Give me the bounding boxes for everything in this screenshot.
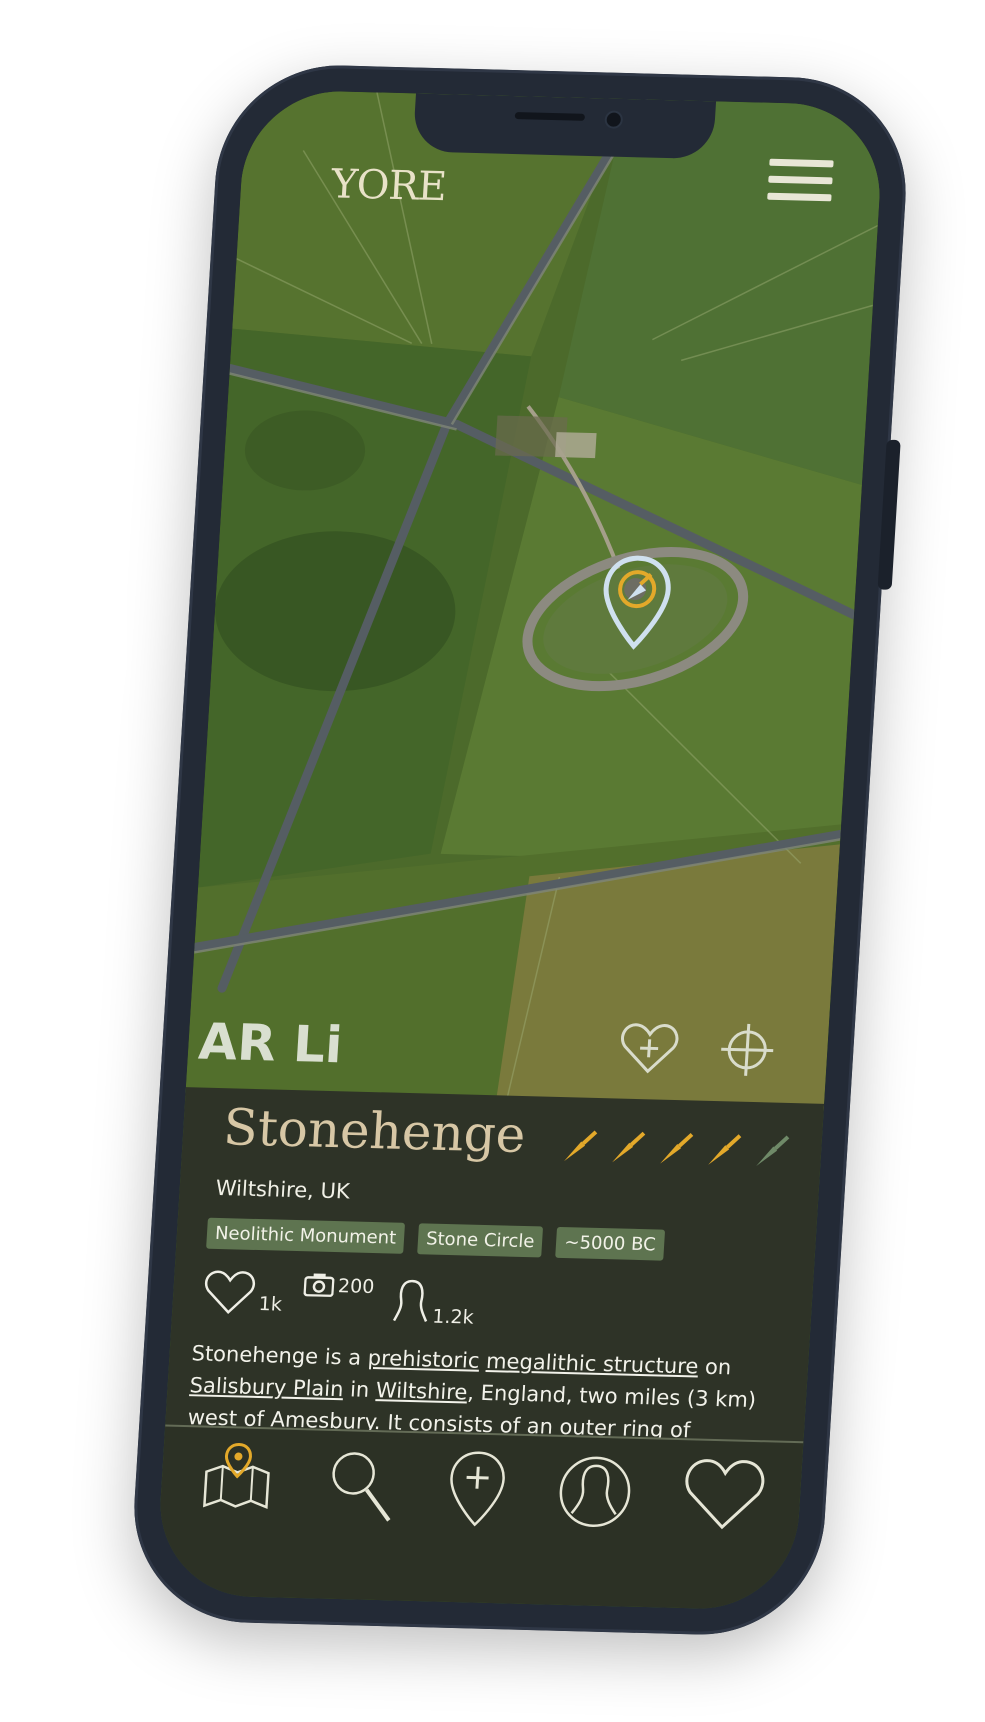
likes-stat[interactable]: 1k bbox=[202, 1268, 284, 1316]
link-megalithic-structure[interactable]: megalithic structure bbox=[485, 1349, 699, 1379]
notch bbox=[412, 93, 717, 160]
phone-frame: YORE AR Li Stonehenge Wiltshire, UK Neol… bbox=[127, 62, 913, 1638]
link-prehistoric[interactable]: prehistoric bbox=[367, 1346, 480, 1373]
tag[interactable]: Stone Circle bbox=[417, 1223, 544, 1258]
location-pin-icon[interactable] bbox=[598, 553, 674, 659]
photos-stat[interactable]: 200 bbox=[303, 1272, 375, 1298]
mockup-stage: YORE AR Li Stonehenge Wiltshire, UK Neol… bbox=[0, 0, 985, 1722]
tab-search[interactable] bbox=[324, 1445, 399, 1531]
link-salisbury-plain[interactable]: Salisbury Plain bbox=[189, 1373, 344, 1401]
aerial-map[interactable] bbox=[185, 89, 886, 1114]
menu-button[interactable] bbox=[767, 158, 834, 207]
heart-icon bbox=[204, 1270, 255, 1314]
heart-icon bbox=[685, 1459, 765, 1530]
place-title: Stonehenge bbox=[221, 1098, 528, 1165]
tab-add-place[interactable] bbox=[444, 1448, 509, 1533]
trowel-icon bbox=[564, 1130, 598, 1162]
logo-text: YORE bbox=[329, 161, 448, 211]
hamburger-icon bbox=[769, 158, 834, 168]
place-panel: Stonehenge Wiltshire, UK Neolithic Monum… bbox=[165, 1087, 825, 1444]
stats-row: 1k 200 1.2k bbox=[201, 1268, 565, 1337]
ar-label[interactable]: AR Li bbox=[197, 1013, 344, 1075]
visitors-count: 1.2k bbox=[431, 1305, 475, 1329]
locate-button[interactable] bbox=[717, 1021, 777, 1082]
side-button bbox=[877, 439, 901, 590]
heart-plus-icon bbox=[620, 1023, 679, 1074]
favorite-add-button[interactable] bbox=[617, 1019, 681, 1080]
tab-favorites[interactable] bbox=[680, 1454, 769, 1536]
app-logo[interactable]: YORE bbox=[330, 161, 447, 210]
speaker bbox=[514, 112, 586, 121]
tab-bar bbox=[154, 1424, 804, 1611]
link-wiltshire[interactable]: Wiltshire bbox=[375, 1378, 468, 1404]
add-pin-icon bbox=[450, 1451, 505, 1527]
photos-count: 200 bbox=[337, 1275, 375, 1299]
tag-list: Neolithic Monument Stone Circle ~5000 BC bbox=[206, 1217, 665, 1261]
trowel-icon bbox=[708, 1134, 742, 1165]
crosshair-icon bbox=[721, 1023, 774, 1076]
tag[interactable]: ~5000 BC bbox=[555, 1226, 665, 1261]
tag[interactable]: Neolithic Monument bbox=[206, 1217, 406, 1254]
trowel-icon bbox=[612, 1131, 646, 1163]
trowel-icon bbox=[660, 1132, 694, 1164]
profile-icon bbox=[559, 1456, 631, 1527]
map-icon bbox=[203, 1442, 270, 1510]
likes-count: 1k bbox=[258, 1293, 283, 1316]
front-camera bbox=[604, 110, 624, 129]
place-region: Wiltshire, UK bbox=[215, 1175, 351, 1204]
search-icon bbox=[332, 1452, 391, 1522]
person-icon bbox=[392, 1279, 428, 1322]
app-screen: YORE AR Li Stonehenge Wiltshire, UK Neol… bbox=[154, 89, 886, 1611]
tab-profile[interactable] bbox=[554, 1451, 635, 1537]
tab-map[interactable] bbox=[200, 1442, 275, 1518]
camera-icon bbox=[303, 1273, 335, 1297]
trowel-icon-empty bbox=[756, 1135, 790, 1167]
visitors-stat[interactable]: 1.2k bbox=[392, 1277, 476, 1329]
rating bbox=[558, 1127, 793, 1173]
